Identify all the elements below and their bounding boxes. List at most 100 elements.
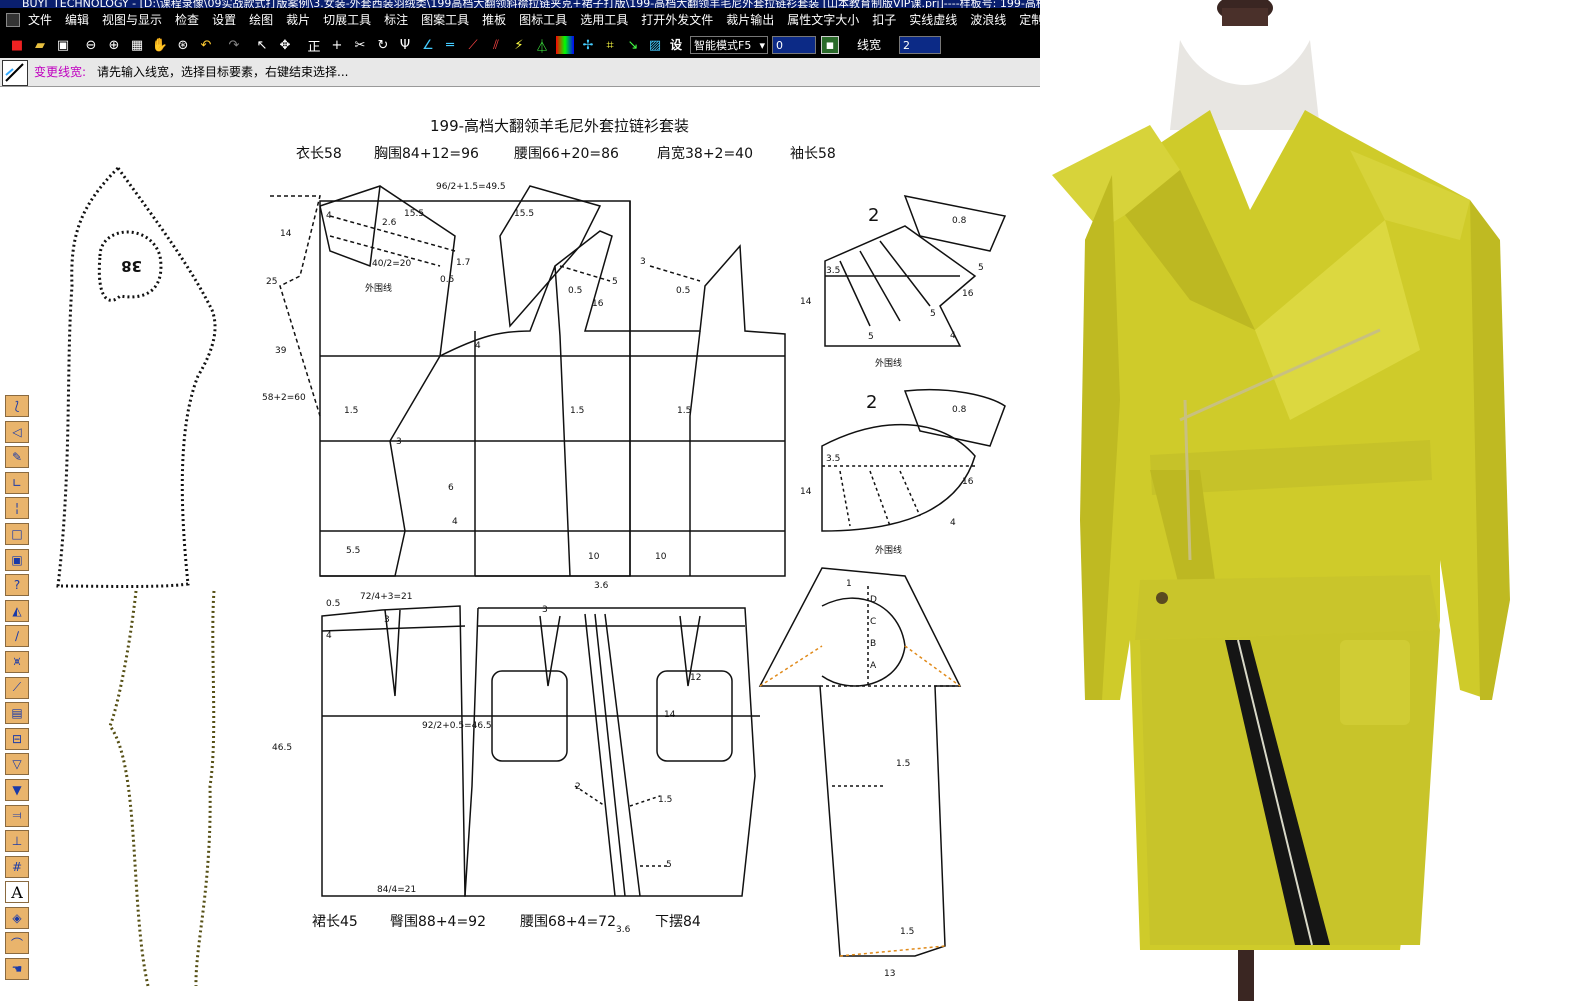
window-title: BUYI_TECHNOLOGY - [D:\课程录像\09实战款式打版案例\3.… xyxy=(22,0,1190,8)
mode-select[interactable]: 智能模式F5 ▾ xyxy=(690,36,768,54)
line-width-tool-icon[interactable] xyxy=(2,60,28,86)
label-n5b: 5 xyxy=(978,263,984,273)
menu-item[interactable]: 设置 xyxy=(212,8,236,32)
label-n402: 40/2=20 xyxy=(372,259,411,269)
label-n35a: 3.5 xyxy=(826,266,840,276)
redo-icon[interactable]: ↷ xyxy=(225,36,243,54)
label-n3c: 3 xyxy=(384,615,390,625)
label-sC: C xyxy=(870,617,876,627)
scissors-icon[interactable]: ✂ xyxy=(351,36,369,54)
new-file-icon[interactable]: ■ xyxy=(8,36,26,54)
menu-item[interactable]: 编辑 xyxy=(65,8,89,32)
open-folder-icon[interactable]: ▰ xyxy=(31,36,49,54)
zoom-in-icon[interactable]: ⊕ xyxy=(105,36,123,54)
pattern-canvas[interactable]: 199-高档大翻领羊毛尼外套拉链衫套装 衣长58 胸围84+12=96 腰围66… xyxy=(0,86,1040,1001)
label-n4f: 4 xyxy=(326,631,332,641)
spec-waist: 腰围66+20=86 xyxy=(514,146,619,162)
notch-icon[interactable]: ⏃ xyxy=(533,36,551,55)
menu-item[interactable]: 扣子 xyxy=(872,8,896,32)
zoom-fit-icon[interactable]: ▦ xyxy=(128,36,146,54)
label-dim-36b: 3.6 xyxy=(616,925,631,935)
menu-item[interactable]: 实线虚线 xyxy=(909,8,957,32)
menu-item[interactable]: 视图与显示 xyxy=(102,8,162,32)
width-field[interactable]: 2 xyxy=(899,36,941,54)
settings-label[interactable]: 设 xyxy=(670,36,682,54)
label-n4c: 4 xyxy=(452,517,458,527)
label-n3d: 3 xyxy=(542,605,548,615)
grid-icon[interactable]: ✢ xyxy=(579,36,597,54)
label-collar-2b: 2 xyxy=(866,392,877,413)
image-icon[interactable]: ▨ xyxy=(646,36,664,54)
value-field[interactable]: 0 xyxy=(772,36,816,54)
select-icon[interactable]: ↖ xyxy=(253,36,271,54)
label-n4d: 4 xyxy=(950,331,956,341)
label-n4b: 4 xyxy=(475,341,481,351)
mirror-icon[interactable]: ⟋ xyxy=(464,36,482,54)
zoom-window-icon[interactable]: ⊛ xyxy=(174,36,192,54)
menu-item[interactable]: 推板 xyxy=(482,8,506,32)
drawing-title: 199-高档大翻领羊毛尼外套拉链衫套装 xyxy=(430,117,689,135)
menu-item[interactable]: 波浪线 xyxy=(970,8,1006,32)
tool-icon[interactable]: ⌗ xyxy=(601,36,619,54)
label-n05a: 0.5 xyxy=(440,275,454,285)
grade-icon[interactable]: ⚡ xyxy=(510,36,528,54)
label-dim-58: 58+2=60 xyxy=(262,393,306,403)
label-n14b: 14 xyxy=(664,710,676,720)
label-n35b: 3.5 xyxy=(826,454,840,464)
label-n4a: 4 xyxy=(326,211,332,221)
label-n08b: 0.8 xyxy=(952,405,967,415)
undo-icon[interactable]: ↶ xyxy=(197,36,215,54)
menu-item[interactable]: 图标工具 xyxy=(519,8,567,32)
arrow-tool-icon[interactable]: ↘ xyxy=(624,36,642,54)
parallel-icon[interactable]: ═ xyxy=(441,36,459,54)
pattern-icon[interactable]: ⫽ xyxy=(487,36,505,54)
menu-item[interactable]: 标注 xyxy=(384,8,408,32)
spec-sleeve: 袖长58 xyxy=(790,146,836,162)
spec-chest: 胸围84+12=96 xyxy=(374,146,479,162)
label-n16a: 16 xyxy=(592,299,604,309)
prompt-tool-name: 变更线宽: xyxy=(34,65,87,79)
color-swatch-icon[interactable]: ▪ xyxy=(821,36,839,54)
text-icon[interactable]: 正 xyxy=(305,36,323,55)
color-icon[interactable] xyxy=(556,36,574,54)
menu-item[interactable]: 裁片 xyxy=(286,8,310,32)
label-sD: D xyxy=(870,595,877,605)
label-n4e: 4 xyxy=(950,518,956,528)
label-n14d: 14 xyxy=(800,487,812,497)
plus-icon[interactable]: + xyxy=(328,36,346,54)
rotate-icon[interactable]: ↻ xyxy=(374,36,392,54)
label-n05d: 0.5 xyxy=(326,599,340,609)
label-n55: 5.5 xyxy=(346,546,360,556)
skirt-hip: 臀围88+4=92 xyxy=(390,914,486,930)
menu-item[interactable]: 选用工具 xyxy=(580,8,628,32)
label-sA: A xyxy=(870,661,877,671)
label-n155: 15.5 xyxy=(404,209,424,219)
zoom-out-icon[interactable]: ⊖ xyxy=(82,36,100,54)
spec-shoulder: 肩宽38+2=40 xyxy=(657,145,753,162)
menu-item[interactable]: 文件 xyxy=(28,8,52,32)
label-n5a: 5 xyxy=(612,277,618,287)
label-n5d: 5 xyxy=(868,332,874,342)
system-menu-icon[interactable] xyxy=(6,13,20,27)
menu-item[interactable]: 裁片输出 xyxy=(726,8,774,32)
angle-icon[interactable]: ∠ xyxy=(419,36,437,54)
save-icon[interactable]: ▣ xyxy=(54,36,72,54)
label-n3a: 3 xyxy=(396,437,402,447)
pan-hand-icon[interactable]: ✋ xyxy=(151,36,169,54)
label-n5c: 5 xyxy=(930,309,936,319)
prompt-message: 请先输入线宽，选择目标要素，右键结束选择... xyxy=(97,65,349,79)
menu-item[interactable]: 绘图 xyxy=(249,8,273,32)
menu-item[interactable]: 检查 xyxy=(175,8,199,32)
spec-length: 衣长58 xyxy=(296,146,342,162)
label-sleeve-13: 13 xyxy=(884,969,895,979)
label-n16c: 16 xyxy=(962,477,974,487)
menu-item[interactable]: 切展工具 xyxy=(323,8,371,32)
fork-icon[interactable]: Ψ xyxy=(396,36,414,54)
label-n5e: 5 xyxy=(666,860,672,870)
move-icon[interactable]: ✥ xyxy=(276,36,294,54)
menu-item[interactable]: 打开外发文件 xyxy=(641,8,713,32)
menu-item[interactable]: 图案工具 xyxy=(421,8,469,32)
menu-item[interactable]: 属性文字大小 xyxy=(787,8,859,32)
label-n2: 2 xyxy=(575,782,581,792)
garment-photo xyxy=(1040,0,1591,1001)
